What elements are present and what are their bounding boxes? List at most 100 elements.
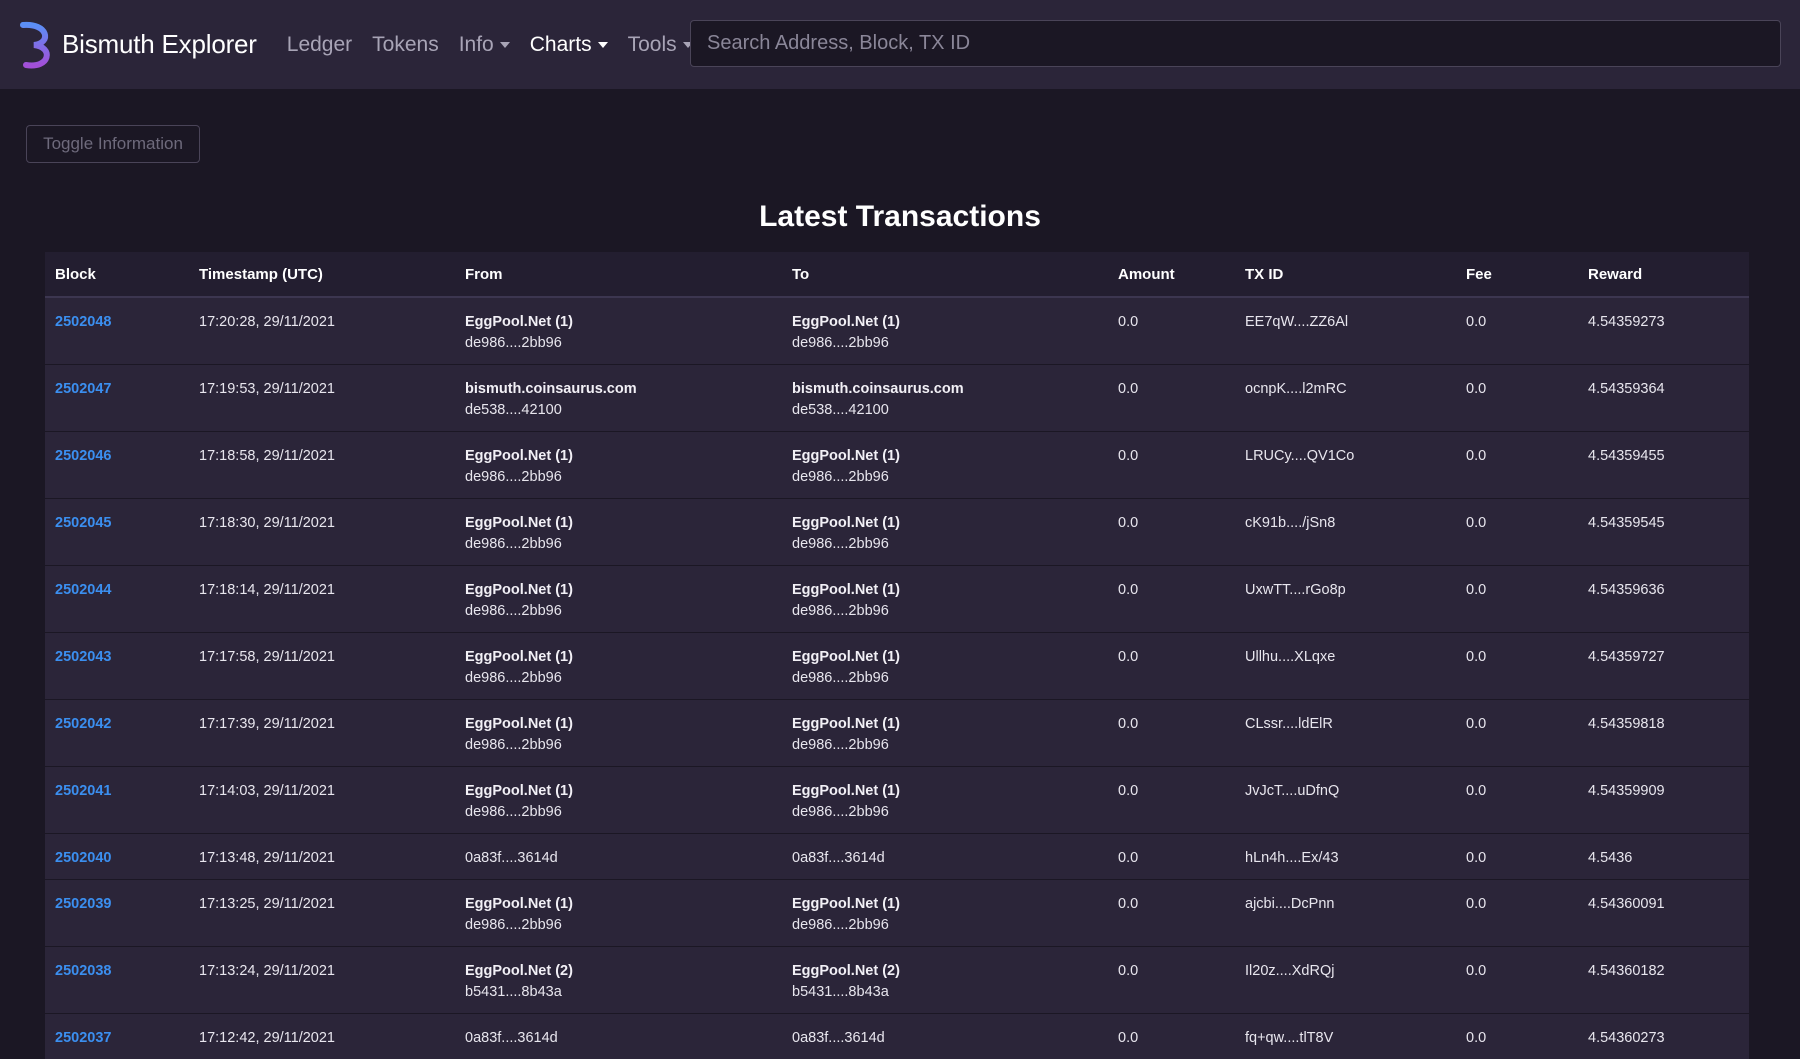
block-cell: 2502048 [45,297,189,365]
transactions-table-body: 250204817:20:28, 29/11/2021EggPool.Net (… [45,297,1749,1059]
timestamp-cell: 17:17:39, 29/11/2021 [189,700,455,767]
txid-cell: hLn4h....Ex/43 [1235,834,1456,880]
reward-cell: 4.54359818 [1578,700,1749,767]
to-cell: 0a83f....3614d [782,834,1108,880]
to-name: EggPool.Net (1) [792,446,1098,467]
table-row[interactable]: 2502046 17:18:58, 29/11/2021 EggPool.Net (… [45,432,1749,499]
from-address: de986....2bb96 [465,735,772,756]
from-address: de986....2bb96 [465,333,772,354]
block-link[interactable]: 2502046 [55,448,111,464]
bismuth-logo-icon [18,19,56,71]
nav-tools-dropdown[interactable]: Tools [628,33,693,57]
from-cell: EggPool.Net (2)b5431....8b43a [455,947,782,1014]
to-cell: EggPool.Net (1)de986....2bb96 [782,566,1108,633]
txid-cell: cK91b..../jSn8 [1235,499,1456,566]
nav-info-dropdown[interactable]: Info [459,33,510,57]
to-cell: EggPool.Net (1)de986....2bb96 [782,297,1108,365]
caret-down-icon [598,42,608,48]
from-name: EggPool.Net (1) [465,714,772,735]
header-timestamp: Timestamp (UTC) [189,252,455,297]
reward-cell: 4.54360091 [1578,880,1749,947]
table-row[interactable]: 250203717:12:42, 29/11/20210a83f....3614… [45,1014,1749,1059]
table-header-row: Block Timestamp (UTC) From To Amount TX … [45,252,1749,297]
table-row[interactable]: 250203817:13:24, 29/11/2021EggPool.Net (… [45,947,1749,1014]
timestamp-cell: 17:18:58, 29/11/2021 [189,432,455,499]
block-cell: 2502042 [45,700,189,767]
from-address: de986....2bb96 [465,467,772,488]
search-input[interactable] [690,20,1781,67]
top-navbar: Bismuth Explorer Ledger Tokens Info Char… [0,0,1800,89]
amount-cell: 0.0 [1108,947,1235,1014]
nav-charts-dropdown[interactable]: Charts [530,33,608,57]
fee-cell: 0.0 [1456,880,1578,947]
toggle-information-button[interactable]: Toggle Information [26,125,200,163]
block-link[interactable]: 2502045 [55,515,111,531]
amount-cell: 0.0 [1108,365,1235,432]
transactions-table-container: Block Timestamp (UTC) From To Amount TX … [45,252,1749,1059]
to-cell: bismuth.coinsaurus.comde538....42100 [782,365,1108,432]
from-name: EggPool.Net (1) [465,781,772,802]
from-address: de986....2bb96 [465,534,772,555]
timestamp-cell: 17:19:53, 29/11/2021 [189,365,455,432]
table-row[interactable]: 250204017:13:48, 29/11/20210a83f....3614… [45,834,1749,880]
fee-cell: 0.0 [1456,432,1578,499]
table-row[interactable]: 250204117:14:03, 29/11/2021EggPool.Net (… [45,767,1749,834]
fee-cell: 0.0 [1456,633,1578,700]
block-link[interactable]: 2502041 [55,783,111,799]
table-row[interactable]: 2502042 17:17:39, 29/11/2021 EggPool.Net (… [45,700,1749,767]
reward-cell: 4.54360182 [1578,947,1749,1014]
to-name: EggPool.Net (1) [792,714,1098,735]
block-link[interactable]: 2502040 [55,850,111,866]
from-address: de986....2bb96 [465,915,772,936]
from-cell: EggPool.Net (1)de986....2bb96 [455,880,782,947]
txid-cell: UxwTT....rGo8p [1235,566,1456,633]
block-link[interactable]: 2502039 [55,896,111,912]
table-row[interactable]: 250203917:13:25, 29/11/2021EggPool.Net (… [45,880,1749,947]
table-row[interactable]: 250204317:17:58, 29/11/2021EggPool.Net (… [45,633,1749,700]
to-name: bismuth.coinsaurus.com [792,379,1098,400]
nav-tools-label: Tools [628,33,677,57]
table-row[interactable]: 2502045 17:18:30, 29/11/2021 EggPool.Net (… [45,499,1749,566]
amount-cell: 0.0 [1108,700,1235,767]
nav-tokens[interactable]: Tokens [372,33,439,57]
header-reward: Reward [1578,252,1749,297]
block-link[interactable]: 2502043 [55,649,111,665]
block-cell: 2502040 [45,834,189,880]
brand[interactable]: Bismuth Explorer [18,19,257,71]
from-name: EggPool.Net (1) [465,312,772,333]
to-address: de986....2bb96 [792,915,1098,936]
timestamp-cell: 17:13:25, 29/11/2021 [189,880,455,947]
table-row[interactable]: 250204817:20:28, 29/11/2021EggPool.Net (… [45,297,1749,365]
txid-cell: Il20z....XdRQj [1235,947,1456,1014]
timestamp-cell: 17:18:30, 29/11/2021 [189,499,455,566]
fee-cell: 0.0 [1456,834,1578,880]
to-cell: EggPool.Net (1)de986....2bb96 [782,432,1108,499]
block-link[interactable]: 2502044 [55,582,111,598]
block-link[interactable]: 2502037 [55,1030,111,1046]
to-cell: 0a83f....3614d [782,1014,1108,1059]
block-cell: 2502046 [45,432,189,499]
from-cell: EggPool.Net (1)de986....2bb96 [455,566,782,633]
nav-tokens-label: Tokens [372,33,439,57]
to-cell: EggPool.Net (1)de986....2bb96 [782,880,1108,947]
from-address: de986....2bb96 [465,601,772,622]
fee-cell: 0.0 [1456,566,1578,633]
block-link[interactable]: 2502038 [55,963,111,979]
block-link[interactable]: 2502048 [55,314,111,330]
to-cell: EggPool.Net (2)b5431....8b43a [782,947,1108,1014]
nav-ledger[interactable]: Ledger [287,33,352,57]
to-cell: EggPool.Net (1)de986....2bb96 [782,633,1108,700]
reward-cell: 4.54359636 [1578,566,1749,633]
amount-cell: 0.0 [1108,499,1235,566]
from-address: de538....42100 [465,400,772,421]
block-link[interactable]: 2502042 [55,716,111,732]
amount-cell: 0.0 [1108,880,1235,947]
block-link[interactable]: 2502047 [55,381,111,397]
table-row[interactable]: 250204417:18:14, 29/11/2021EggPool.Net (… [45,566,1749,633]
reward-cell: 4.54359273 [1578,297,1749,365]
from-cell: EggPool.Net (1)de986....2bb96 [455,767,782,834]
fee-cell: 0.0 [1456,499,1578,566]
table-row[interactable]: 2502047 17:19:53, 29/11/2021 bismuth.coins… [45,365,1749,432]
from-address: de986....2bb96 [465,802,772,823]
to-cell: EggPool.Net (1)de986....2bb96 [782,499,1108,566]
